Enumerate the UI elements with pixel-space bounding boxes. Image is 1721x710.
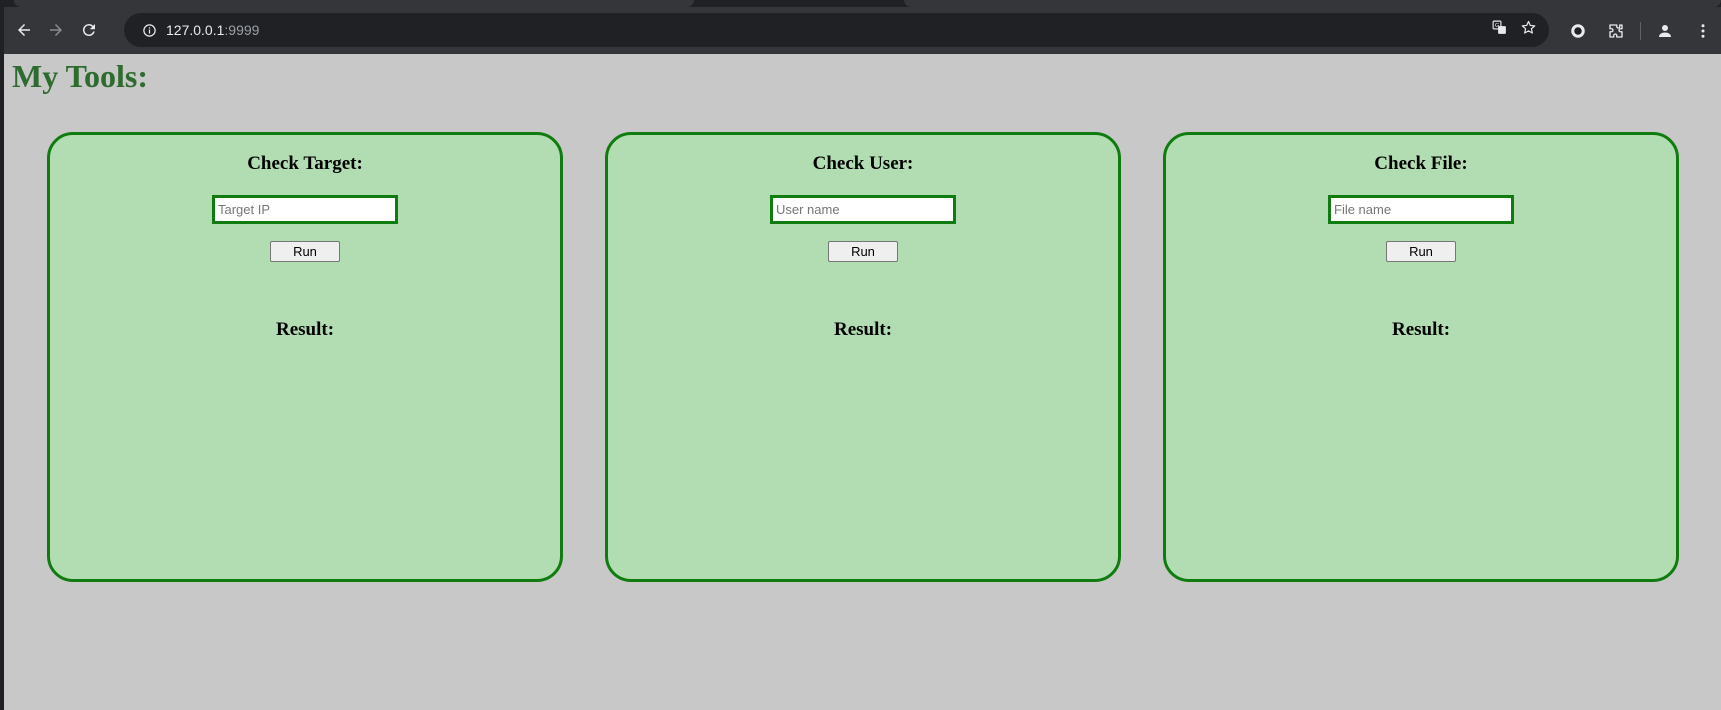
check-target-card: Check Target: Run Result: <box>47 132 563 582</box>
page-title: My Tools: <box>12 58 149 94</box>
file-name-input[interactable] <box>1328 195 1514 224</box>
result-output <box>628 355 1098 559</box>
result-label: Result: <box>1391 319 1451 340</box>
url-text[interactable]: 127.0.0.1:9999 <box>166 22 259 38</box>
result-label: Result: <box>275 319 335 340</box>
target-ip-input[interactable] <box>212 195 398 224</box>
toolbar-separator <box>1640 21 1641 40</box>
menu-kebab-icon[interactable] <box>1689 17 1717 45</box>
back-arrow-icon[interactable] <box>6 12 42 48</box>
result-output <box>70 355 540 559</box>
reload-icon[interactable] <box>71 12 107 48</box>
card-title: Check Target: <box>247 153 363 174</box>
run-target-button[interactable]: Run <box>270 241 340 262</box>
extensions-icon[interactable] <box>1602 17 1630 45</box>
url-host: 127.0.0.1 <box>166 22 225 38</box>
translate-icon[interactable]: G <box>1491 19 1508 41</box>
url-port: :9999 <box>224 22 260 38</box>
profile-icon[interactable] <box>1651 17 1679 45</box>
record-icon[interactable] <box>1564 17 1592 45</box>
run-file-button[interactable]: Run <box>1386 241 1456 262</box>
forward-arrow-icon[interactable] <box>38 12 74 48</box>
address-bar[interactable]: 127.0.0.1:9999 G <box>124 13 1549 47</box>
site-info-icon[interactable] <box>134 23 164 38</box>
run-user-button[interactable]: Run <box>828 241 898 262</box>
result-output <box>1186 355 1656 559</box>
card-title: Check File: <box>1374 153 1468 174</box>
browser-tab[interactable] <box>904 0 1721 7</box>
check-user-card: Check User: Run Result: <box>605 132 1121 582</box>
check-file-card: Check File: Run Result: <box>1163 132 1679 582</box>
result-label: Result: <box>833 319 893 340</box>
svg-text:G: G <box>1495 23 1499 29</box>
card-title: Check User: <box>812 153 914 174</box>
window-edge <box>0 0 4 710</box>
tab-strip <box>4 0 1721 7</box>
browser-tab[interactable] <box>14 0 694 7</box>
bookmark-star-icon[interactable] <box>1520 19 1537 41</box>
user-name-input[interactable] <box>770 195 956 224</box>
browser-toolbar: 127.0.0.1:9999 G <box>4 7 1721 54</box>
